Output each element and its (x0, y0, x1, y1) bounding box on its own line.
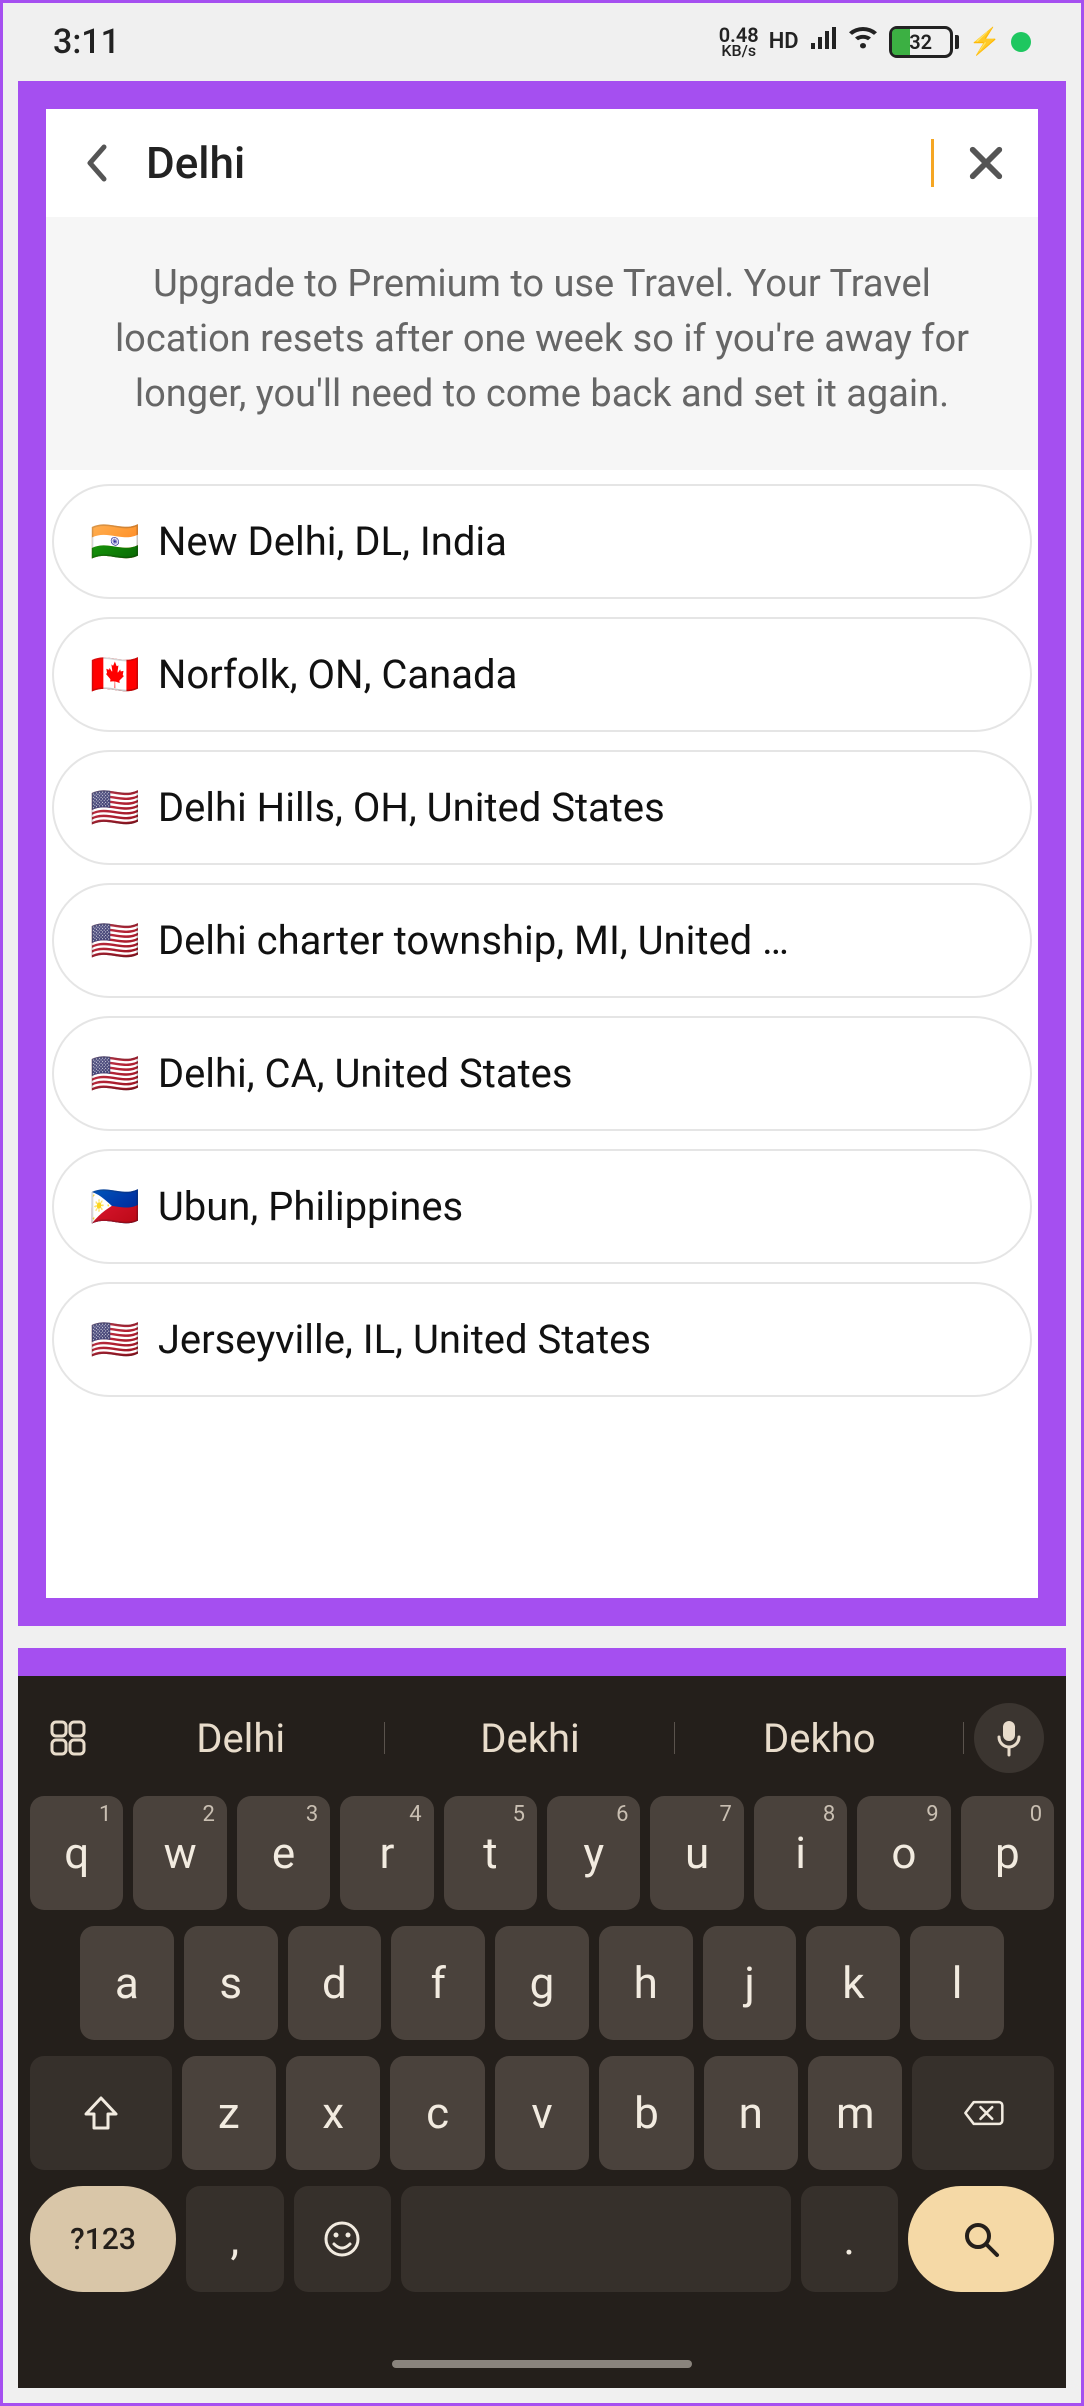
period-key[interactable]: . (801, 2186, 898, 2292)
letter-key[interactable]: f (391, 1926, 485, 2040)
letter-key[interactable]: r4 (340, 1796, 433, 1910)
letter-key[interactable]: k (806, 1926, 900, 2040)
on-screen-keyboard: Delhi Dekhi Dekho q1w2e3r4t5y6u7i8o9p0 a… (18, 1648, 1066, 2388)
flag-icon: 🇺🇸 (90, 784, 140, 831)
status-time: 3:11 (53, 22, 120, 62)
privacy-indicator-dot (1011, 32, 1031, 52)
letter-key[interactable]: l (910, 1926, 1004, 2040)
keyboard-suggestion[interactable]: Delhi (96, 1715, 385, 1762)
letter-key[interactable]: m (808, 2056, 902, 2170)
shift-key[interactable] (30, 2056, 172, 2170)
emoji-key[interactable] (294, 2186, 391, 2292)
flag-icon: 🇨🇦 (90, 651, 140, 698)
flag-icon: 🇵🇭 (90, 1183, 140, 1230)
letter-key[interactable]: c (390, 2056, 484, 2170)
letter-key[interactable]: a (80, 1926, 174, 2040)
keyboard-suggestion[interactable]: Dekho (675, 1715, 964, 1762)
flag-icon: 🇺🇸 (90, 1316, 140, 1363)
letter-key[interactable]: h (599, 1926, 693, 2040)
keyboard-apps-button[interactable] (40, 1710, 96, 1766)
letter-key[interactable]: e3 (237, 1796, 330, 1910)
search-input[interactable]: Delhi (146, 137, 933, 189)
premium-banner: Upgrade to Premium to use Travel. Your T… (46, 217, 1038, 470)
wifi-icon (847, 27, 879, 57)
status-bar: 3:11 0.48 KB/s HD 32 ⚡ (3, 3, 1081, 81)
letter-key[interactable]: v (495, 2056, 589, 2170)
letter-key[interactable]: i8 (754, 1796, 847, 1910)
battery-icon: 32 (889, 26, 959, 58)
letter-key[interactable]: b (599, 2056, 693, 2170)
flag-icon: 🇺🇸 (90, 917, 140, 964)
location-result[interactable]: 🇺🇸 Delhi, CA, United States (52, 1016, 1032, 1131)
comma-key[interactable]: , (186, 2186, 283, 2292)
text-cursor (931, 139, 934, 187)
charging-icon: ⚡ (969, 27, 1001, 57)
location-label: Delhi Hills, OH, United States (158, 784, 665, 831)
numbers-key[interactable]: ?123 (30, 2186, 176, 2292)
flag-icon: 🇮🇳 (90, 518, 140, 565)
location-result[interactable]: 🇺🇸 Delhi charter township, MI, United … (52, 883, 1032, 998)
location-label: New Delhi, DL, India (158, 518, 507, 565)
status-indicators: 0.48 KB/s HD 32 ⚡ (719, 26, 1031, 58)
letter-key[interactable]: p0 (961, 1796, 1054, 1910)
backspace-key[interactable] (912, 2056, 1054, 2170)
letter-key[interactable]: j (703, 1926, 797, 2040)
location-label: Ubun, Philippines (158, 1183, 463, 1230)
home-indicator[interactable] (392, 2360, 692, 2368)
search-header: Delhi (46, 109, 1038, 217)
letter-key[interactable]: w2 (133, 1796, 226, 1910)
location-result[interactable]: 🇵🇭 Ubun, Philippines (52, 1149, 1032, 1264)
letter-key[interactable]: d (288, 1926, 382, 2040)
letter-key[interactable]: g (495, 1926, 589, 2040)
letter-key[interactable]: y6 (547, 1796, 640, 1910)
space-key[interactable] (401, 2186, 791, 2292)
letter-key[interactable]: z (182, 2056, 276, 2170)
location-result[interactable]: 🇺🇸 Jerseyville, IL, United States (52, 1282, 1032, 1397)
letter-key[interactable]: s (184, 1926, 278, 2040)
letter-key[interactable]: t5 (444, 1796, 537, 1910)
letter-key[interactable]: n (704, 2056, 798, 2170)
location-result[interactable]: 🇮🇳 New Delhi, DL, India (52, 484, 1032, 599)
location-label: Norfolk, ON, Canada (158, 651, 518, 698)
location-label: Jerseyville, IL, United States (158, 1316, 651, 1363)
clear-button[interactable] (964, 141, 1008, 185)
results-list: 🇮🇳 New Delhi, DL, India 🇨🇦 Norfolk, ON, … (46, 470, 1038, 1598)
letter-key[interactable]: q1 (30, 1796, 123, 1910)
keyboard-mic-button[interactable] (974, 1703, 1044, 1773)
letter-key[interactable]: o9 (857, 1796, 950, 1910)
location-result[interactable]: 🇺🇸 Delhi Hills, OH, United States (52, 750, 1032, 865)
keyboard-suggestion[interactable]: Dekhi (385, 1715, 674, 1762)
flag-icon: 🇺🇸 (90, 1050, 140, 1097)
search-key[interactable] (908, 2186, 1054, 2292)
signal-icon (809, 27, 837, 57)
location-label: Delhi charter township, MI, United … (158, 917, 789, 964)
location-label: Delhi, CA, United States (158, 1050, 573, 1097)
letter-key[interactable]: x (286, 2056, 380, 2170)
back-button[interactable] (76, 143, 116, 183)
letter-key[interactable]: u7 (650, 1796, 743, 1910)
location-result[interactable]: 🇨🇦 Norfolk, ON, Canada (52, 617, 1032, 732)
